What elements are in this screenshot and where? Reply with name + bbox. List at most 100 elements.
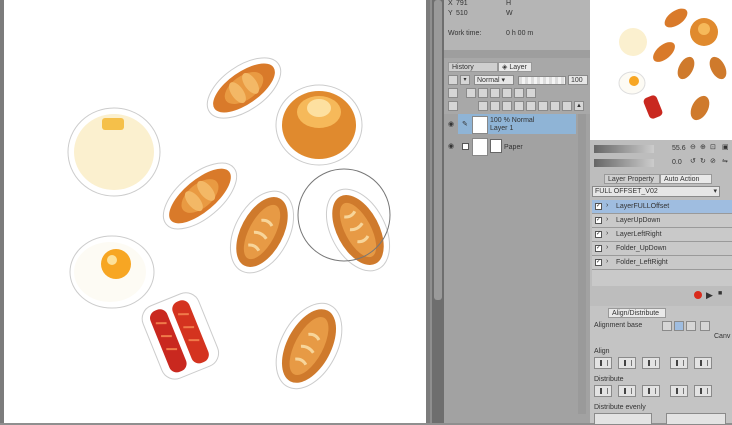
layer-property-icon[interactable] [448,88,458,98]
tab-layer-label: Layer [509,64,527,71]
stop-icon[interactable]: ■ [718,290,722,297]
draft-icon[interactable] [502,88,512,98]
checkbox-icon[interactable]: ✓ [595,259,602,266]
clip-icon[interactable] [478,88,488,98]
align-base-selection-icon[interactable] [662,321,672,331]
chevron-right-icon[interactable]: › [606,230,608,237]
align-top-button[interactable] [670,357,688,369]
action-item-2[interactable]: ✓ › LayerLeftRight [592,228,732,242]
zoom-out-icon[interactable]: ⊖ [690,143,696,151]
panel-divider[interactable] [444,50,590,58]
zoom-slider[interactable] [594,145,654,153]
align-base-canvas-icon[interactable] [674,321,684,331]
copy-layer-icon[interactable] [526,101,536,111]
align-base-other-icon[interactable] [700,321,710,331]
x-label: X [448,0,453,7]
checkbox-icon[interactable]: ✓ [595,231,602,238]
checkbox-icon[interactable] [462,143,469,150]
new-vector-layer-icon[interactable] [490,101,500,111]
zoom-value: 55.6 [672,145,686,152]
scroll-up-icon[interactable]: ▲ [574,101,584,111]
scrollbar-thumb[interactable] [434,0,442,300]
distribute-middle-button[interactable] [694,385,712,397]
action-item-1[interactable]: ✓ › LayerUpDown [592,214,732,228]
layer-list: ◉ ✎ 100 % Normal Layer 1 ◉ Paper [444,114,590,423]
action-item-4[interactable]: ✓ › Folder_LeftRight [592,256,732,270]
mask-icon[interactable] [514,88,524,98]
tab-history[interactable]: History [448,62,498,72]
action-item-0[interactable]: ✓ › LayerFULLOffset [592,200,732,214]
canvas-vertical-scrollbar[interactable] [432,0,444,423]
tab-layer-property-label: Layer Property [608,176,654,183]
layer-color-icon[interactable] [448,75,458,85]
distribute-center-button[interactable] [618,385,636,397]
align-middle-button[interactable] [694,357,712,369]
delete-layer-icon[interactable] [538,101,548,111]
rotate-slider[interactable] [594,159,654,167]
align-right-button[interactable] [642,357,660,369]
blend-mode-value: Normal [477,77,500,84]
action-set-select[interactable]: FULL OFFSET_V02 ▾ [592,186,720,197]
reset-rotation-icon[interactable]: ⊘ [710,157,716,165]
layer-list-scrollbar[interactable] [578,114,586,414]
tab-align-distribute[interactable]: Align/Distribute [608,308,666,318]
layer-thumbnail [472,116,488,134]
distribute-left-button[interactable] [594,385,612,397]
chevron-right-icon[interactable]: › [606,202,608,209]
distribute-right-icon [648,388,656,394]
baguette-sticker-right [325,188,391,272]
panel-menu-icon[interactable] [448,101,458,111]
opacity-field[interactable]: 100 [568,75,588,85]
action-item-3[interactable]: ✓ › Folder_UpDown [592,242,732,256]
lock-icon[interactable] [466,88,476,98]
opacity-slider[interactable] [518,76,566,85]
layer-row-1[interactable]: ◉ ✎ 100 % Normal Layer 1 [448,114,576,134]
checkbox-icon[interactable]: ✓ [595,203,602,210]
new-folder-icon[interactable] [502,101,512,111]
tab-layer[interactable]: ◈ Layer [498,62,532,72]
clip-layer-icon[interactable] [562,101,572,111]
align-left-button[interactable] [594,357,612,369]
distribute-top-button[interactable] [670,385,688,397]
chevron-right-icon[interactable]: › [606,244,608,251]
layer-toolbar-1 [460,88,580,98]
checkbox-icon[interactable]: ✓ [595,217,602,224]
tab-layer-property[interactable]: Layer Property [604,174,660,184]
ruler-icon[interactable] [526,88,536,98]
rotate-left-icon[interactable]: ↺ [690,157,696,165]
h-label: H [506,0,512,7]
canvas-area[interactable] [0,0,430,423]
eye-icon[interactable]: ◉ [448,120,454,128]
align-base-key-icon[interactable] [686,321,696,331]
record-icon[interactable] [694,291,702,299]
bun-sticker [275,84,363,166]
tab-history-label: History [452,64,474,71]
fullscreen-icon[interactable]: ▣ [722,143,729,151]
reference-icon[interactable] [490,88,500,98]
flip-icon[interactable]: ⇋ [722,157,728,165]
distribute-evenly-h-button[interactable] [594,413,652,425]
rotate-right-icon[interactable]: ↻ [700,157,706,165]
blend-mode-select[interactable]: Normal ▾ [474,75,514,85]
new-raster-layer-icon[interactable] [478,101,488,111]
canvas-paper[interactable] [4,0,426,423]
navigator-preview[interactable] [590,0,732,140]
distribute-evenly-v-button[interactable] [666,413,726,425]
zoom-in-icon[interactable]: ⊕ [700,143,706,151]
align-center-button[interactable] [618,357,636,369]
play-icon[interactable]: ▶ [706,290,713,301]
mask-layer-icon[interactable] [550,101,560,111]
fit-icon[interactable]: ⊡ [710,143,716,151]
chevron-down-icon[interactable]: ▾ [460,75,470,85]
distribute-right-button[interactable] [642,385,660,397]
action-list: ✓ › LayerFULLOffset ✓ › LayerUpDown ✓ › … [592,200,732,286]
layer-row-paper[interactable]: ◉ Paper [448,136,576,156]
chevron-right-icon[interactable]: › [606,216,608,223]
checkbox-icon[interactable]: ✓ [595,245,602,252]
action-set-value: FULL OFFSET_V02 [595,188,658,195]
merge-down-icon[interactable] [514,101,524,111]
tab-auto-action[interactable]: Auto Action [660,174,712,184]
work-time-label: Work time: [448,30,482,37]
chevron-right-icon[interactable]: › [606,258,608,265]
eye-icon[interactable]: ◉ [448,142,454,150]
